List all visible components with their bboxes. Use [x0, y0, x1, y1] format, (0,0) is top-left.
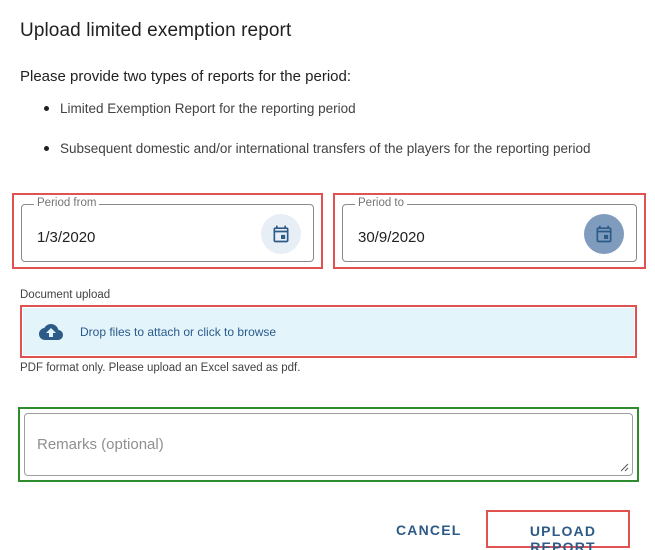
dialog-title: Upload limited exemption report [20, 20, 292, 41]
period-to-label: Period to [355, 197, 408, 209]
period-to-field[interactable]: Period to 30/9/2020 [342, 197, 637, 262]
bullet-dot-icon [44, 146, 49, 151]
document-upload-label: Document upload [20, 289, 111, 301]
document-upload-highlight: Drop files to attach or click to browse [20, 305, 637, 358]
cloud-upload-icon [39, 323, 63, 340]
calendar-icon [596, 225, 612, 243]
list-item-text: Limited Exemption Report for the reporti… [60, 101, 356, 116]
period-to-value[interactable]: 30/9/2020 [358, 229, 425, 246]
dropzone-text: Drop files to attach or click to browse [80, 324, 277, 339]
remarks-highlight: Remarks (optional) [18, 407, 639, 482]
period-from-highlight: Period from 1/3/2020 [12, 193, 323, 269]
period-from-label: Period from [34, 197, 100, 209]
period-to-calendar-button[interactable] [584, 214, 624, 254]
upload-report-highlight: UPLOAD REPORT [486, 510, 630, 550]
calendar-icon [273, 225, 289, 243]
list-item: Limited Exemption Report for the reporti… [44, 101, 356, 116]
cancel-button[interactable]: CANCEL [396, 522, 462, 538]
bullet-dot-icon [44, 106, 49, 111]
period-to-highlight: Period to 30/9/2020 [333, 193, 646, 269]
period-from-field[interactable]: Period from 1/3/2020 [21, 197, 314, 262]
upload-report-button[interactable]: UPLOAD REPORT [498, 523, 628, 550]
list-item: Subsequent domestic and/or international… [44, 141, 591, 156]
list-item-text: Subsequent domestic and/or international… [60, 141, 591, 156]
remarks-textarea[interactable]: Remarks (optional) [24, 413, 633, 476]
period-from-value[interactable]: 1/3/2020 [37, 229, 95, 246]
period-from-calendar-button[interactable] [261, 214, 301, 254]
upload-report-dialog: Upload limited exemption report Please p… [0, 0, 655, 550]
upload-format-hint: PDF format only. Please upload an Excel … [20, 362, 301, 374]
remarks-placeholder: Remarks (optional) [37, 436, 164, 453]
dialog-intro: Please provide two types of reports for … [20, 68, 352, 85]
file-dropzone[interactable]: Drop files to attach or click to browse [23, 308, 634, 355]
resize-handle-icon[interactable] [619, 462, 629, 472]
